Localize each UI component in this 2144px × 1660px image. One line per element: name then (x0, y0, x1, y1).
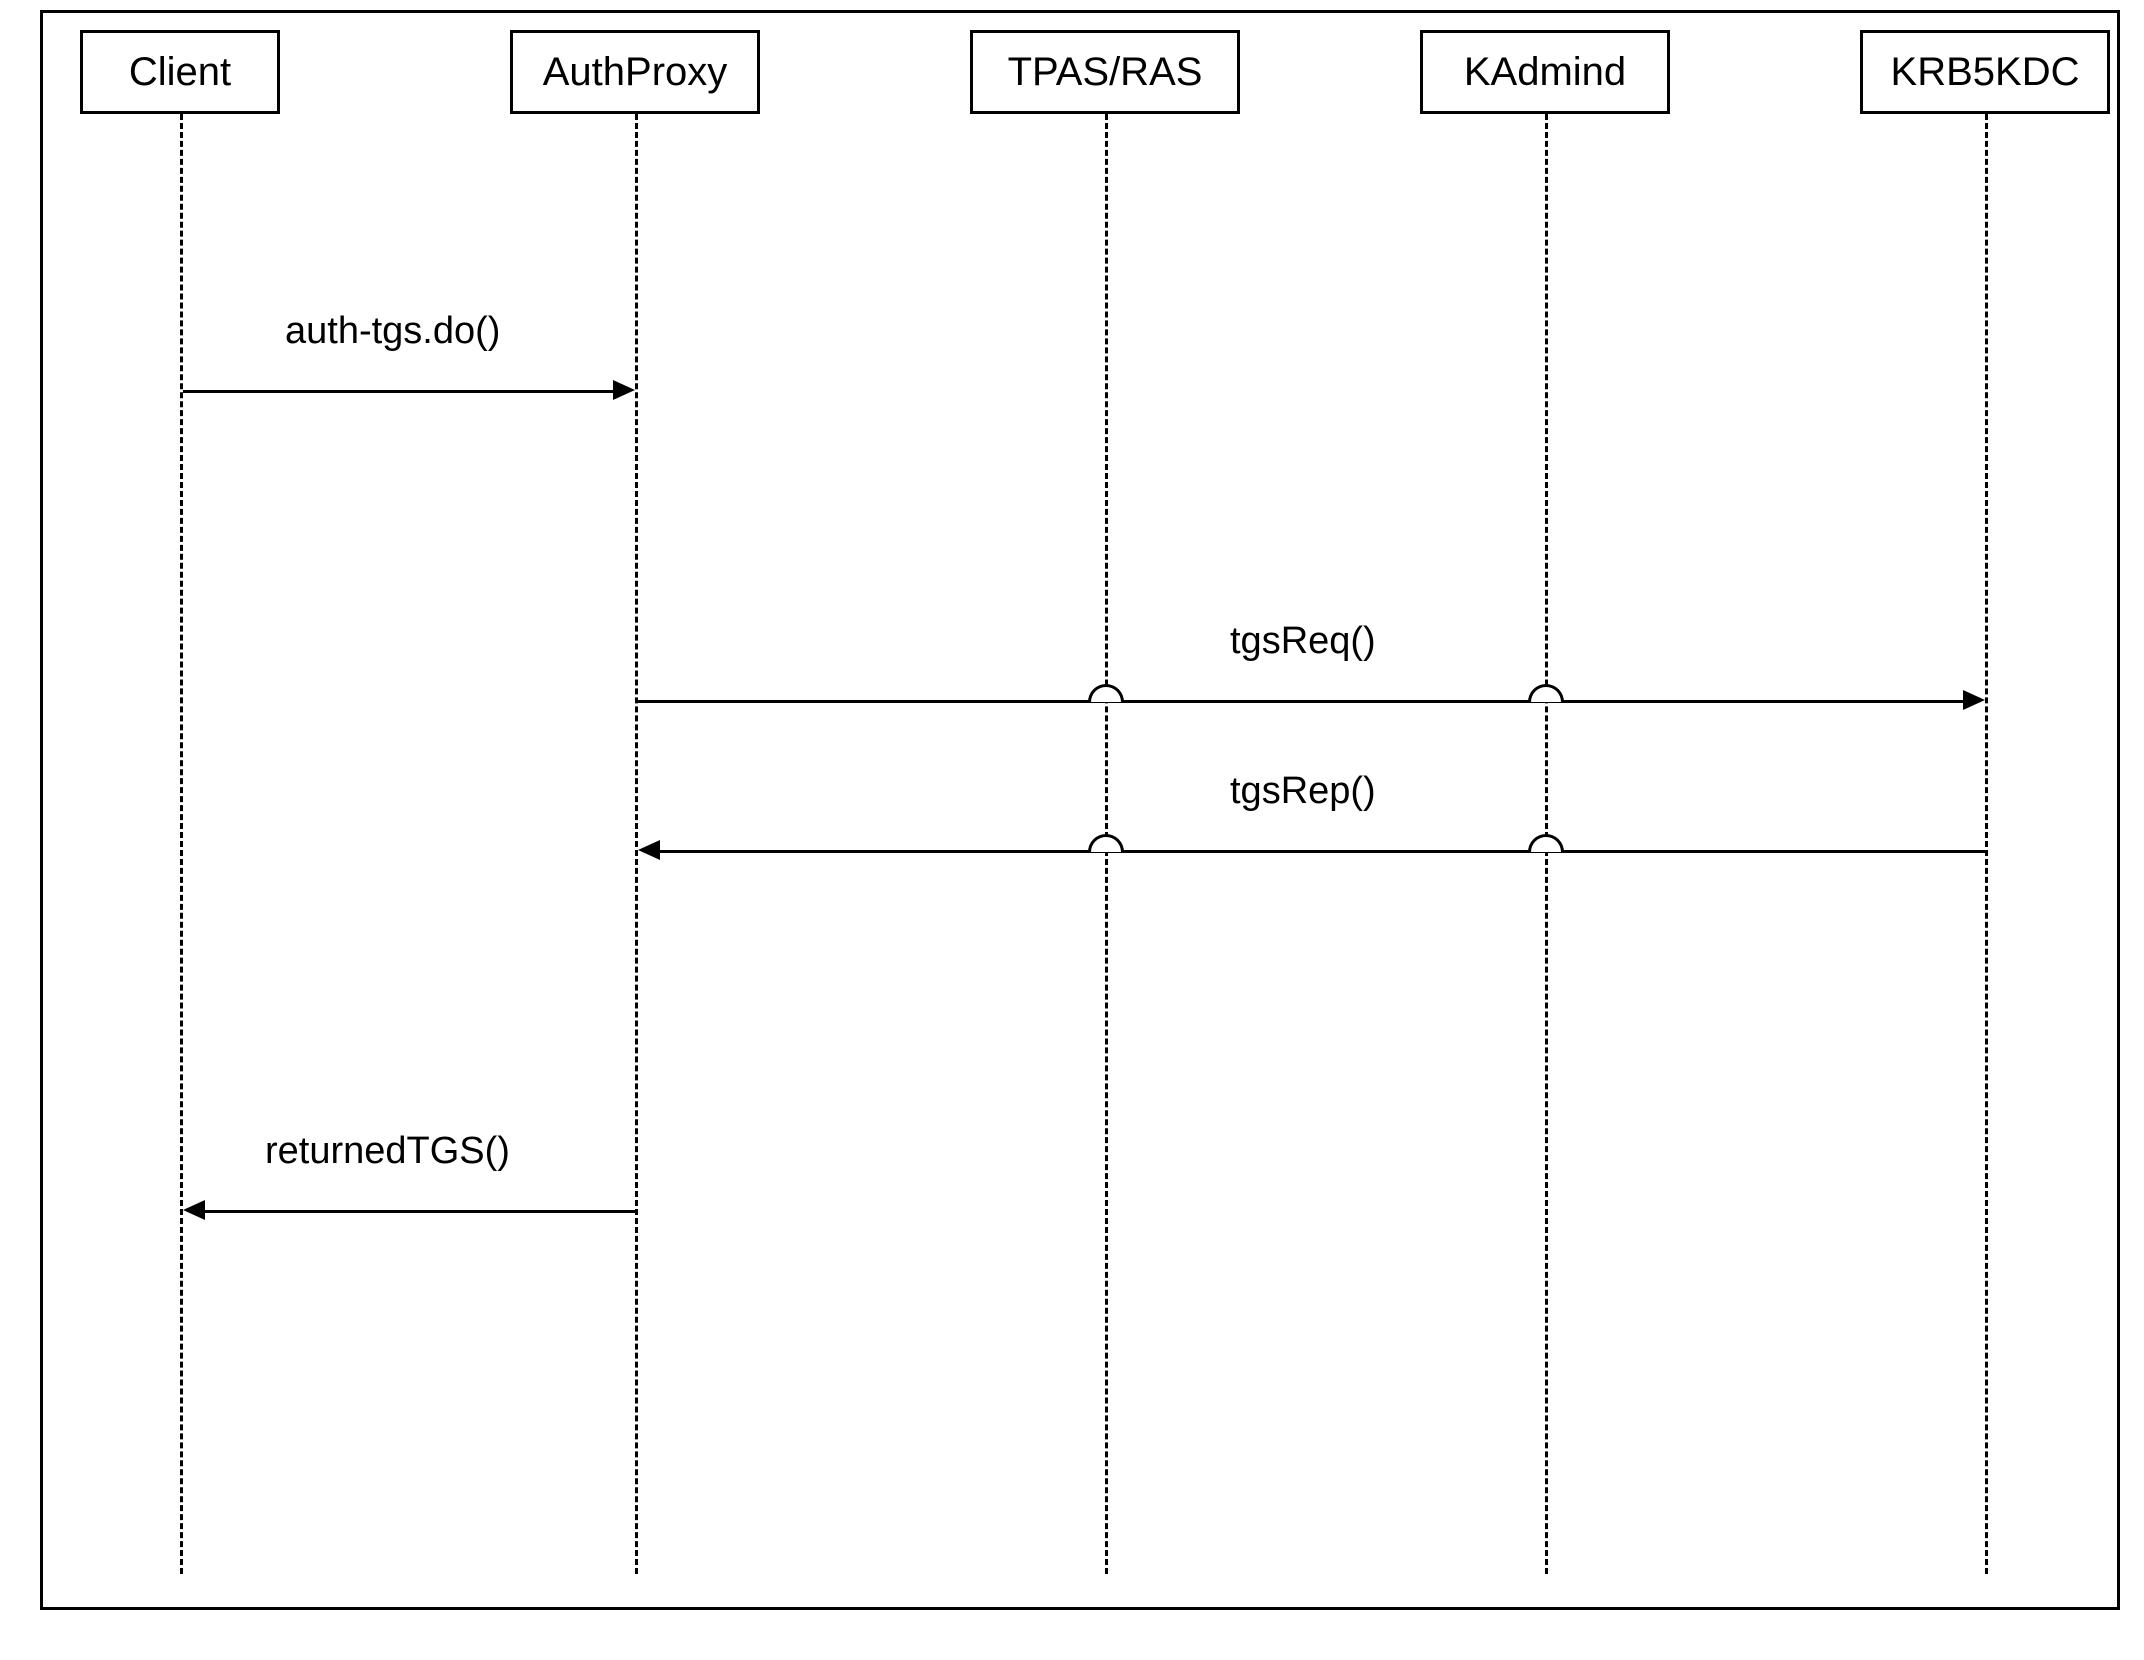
message-tgsreq-arrow (638, 700, 1963, 703)
message-tgsrep-arrowhead (638, 840, 660, 860)
participant-authproxy-label: AuthProxy (543, 50, 728, 95)
message-tgsreq-arrowhead (1963, 690, 1985, 710)
lifeline-krb5kdc (1985, 114, 1988, 1574)
participant-tpasras-label: TPAS/RAS (1008, 50, 1203, 95)
participant-kadmind-label: KAdmind (1464, 50, 1626, 95)
message-tgsreq-label: tgsReq() (1230, 620, 1376, 663)
diagram-frame (40, 10, 2120, 1610)
lifeline-client (180, 114, 183, 1574)
participant-authproxy: AuthProxy (510, 30, 760, 114)
participant-client: Client (80, 30, 280, 114)
message-returnedtgs-arrow (205, 1210, 635, 1213)
participant-client-label: Client (129, 50, 231, 95)
sequence-diagram: Client AuthProxy TPAS/RAS KAdmind KRB5KD… (0, 0, 2144, 1660)
message-returnedtgs-label: returnedTGS() (265, 1130, 510, 1173)
participant-tpasras: TPAS/RAS (970, 30, 1240, 114)
message-auth-tgs-do-arrow (183, 390, 613, 393)
message-returnedtgs-arrowhead (183, 1200, 205, 1220)
participant-krb5kdc-label: KRB5KDC (1891, 50, 2080, 95)
message-auth-tgs-do-label: auth-tgs.do() (285, 310, 500, 353)
participant-krb5kdc: KRB5KDC (1860, 30, 2110, 114)
participant-kadmind: KAdmind (1420, 30, 1670, 114)
message-tgsrep-arrow (660, 850, 1985, 853)
message-auth-tgs-do-arrowhead (613, 380, 635, 400)
message-tgsrep-label: tgsRep() (1230, 770, 1376, 813)
